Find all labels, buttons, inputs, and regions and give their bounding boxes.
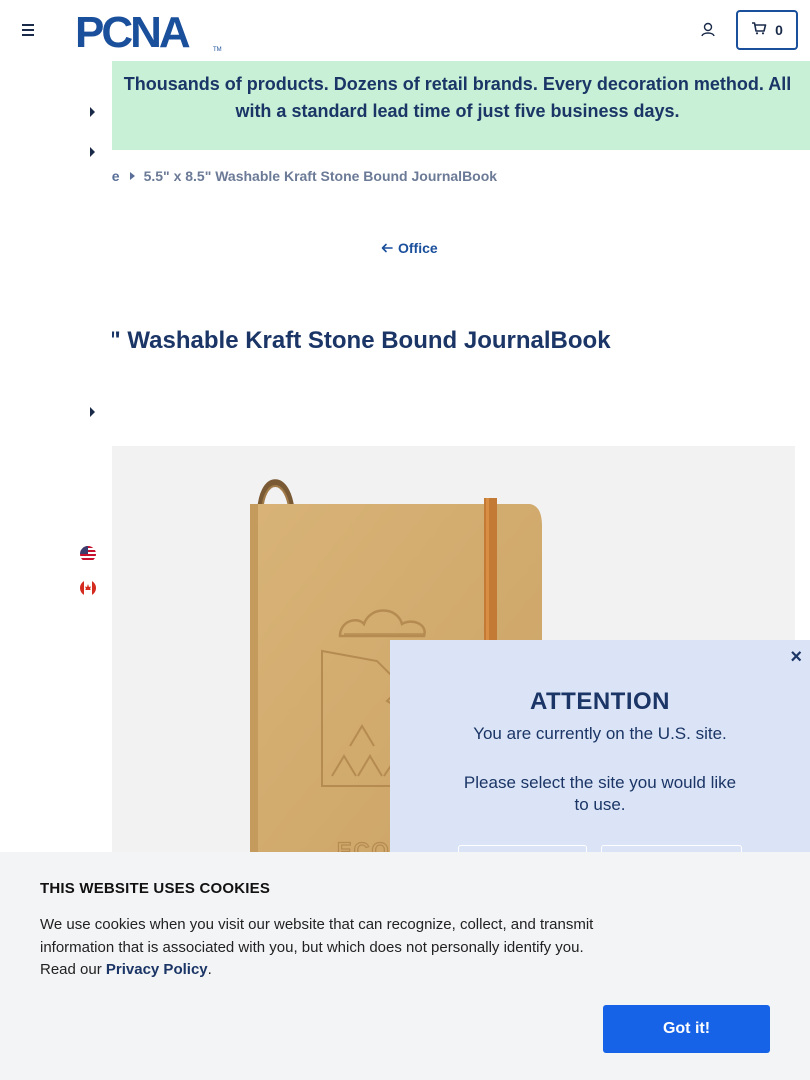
close-icon[interactable]: × bbox=[790, 646, 802, 669]
side-drawer bbox=[0, 61, 112, 861]
cart-icon bbox=[751, 21, 767, 40]
caret-right-icon[interactable] bbox=[90, 107, 95, 117]
accept-cookies-button[interactable]: Got it! bbox=[603, 1005, 770, 1053]
cart-count: 0 bbox=[775, 22, 783, 38]
menu-icon[interactable] bbox=[18, 18, 40, 42]
site-selection-popup: × ATTENTION You are currently on the U.S… bbox=[390, 640, 810, 885]
popup-title: ATTENTION bbox=[529, 688, 671, 715]
promo-banner: Thousands of products. Dozens of retail … bbox=[0, 61, 810, 150]
cookie-body: We use cookies when you visit our websit… bbox=[40, 914, 610, 982]
breadcrumb-current: 5.5" x 8.5" Washable Kraft Stone Bound J… bbox=[143, 168, 498, 184]
popup-current-site: You are currently on the U.S. site. bbox=[473, 724, 727, 743]
arrow-left-icon bbox=[381, 240, 393, 256]
site-header: PCNA TM 0 bbox=[0, 0, 810, 61]
cookie-period: . bbox=[207, 961, 212, 978]
back-to-office-link[interactable]: Office bbox=[381, 240, 438, 256]
privacy-policy-link[interactable]: Privacy Policy bbox=[106, 961, 208, 978]
product-title: 5" Washable Kraft Stone Bound JournalBoo… bbox=[96, 327, 611, 354]
promo-text: Thousands of products. Dozens of retail … bbox=[123, 74, 792, 121]
popup-select-prompt: Please select the site you would like to… bbox=[463, 773, 737, 814]
logo-tm: TM bbox=[213, 47, 222, 52]
canada-flag-icon[interactable] bbox=[80, 580, 96, 596]
caret-right-icon[interactable] bbox=[90, 147, 95, 157]
back-link-label: Office bbox=[398, 240, 438, 256]
cookie-title: THIS WEBSITE USES COOKIES bbox=[40, 880, 271, 897]
us-flag-icon[interactable] bbox=[80, 546, 96, 562]
pcna-logo[interactable]: PCNA TM bbox=[75, 10, 225, 52]
caret-right-icon[interactable] bbox=[90, 407, 95, 417]
logo-text: PCNA bbox=[75, 10, 190, 52]
cart-button[interactable]: 0 bbox=[736, 10, 798, 50]
account-icon[interactable] bbox=[698, 20, 718, 40]
breadcrumb: ce 5.5" x 8.5" Washable Kraft Stone Boun… bbox=[104, 168, 497, 184]
caret-right-icon bbox=[129, 172, 135, 180]
cookie-banner: THIS WEBSITE USES COOKIES We use cookies… bbox=[0, 852, 810, 1080]
